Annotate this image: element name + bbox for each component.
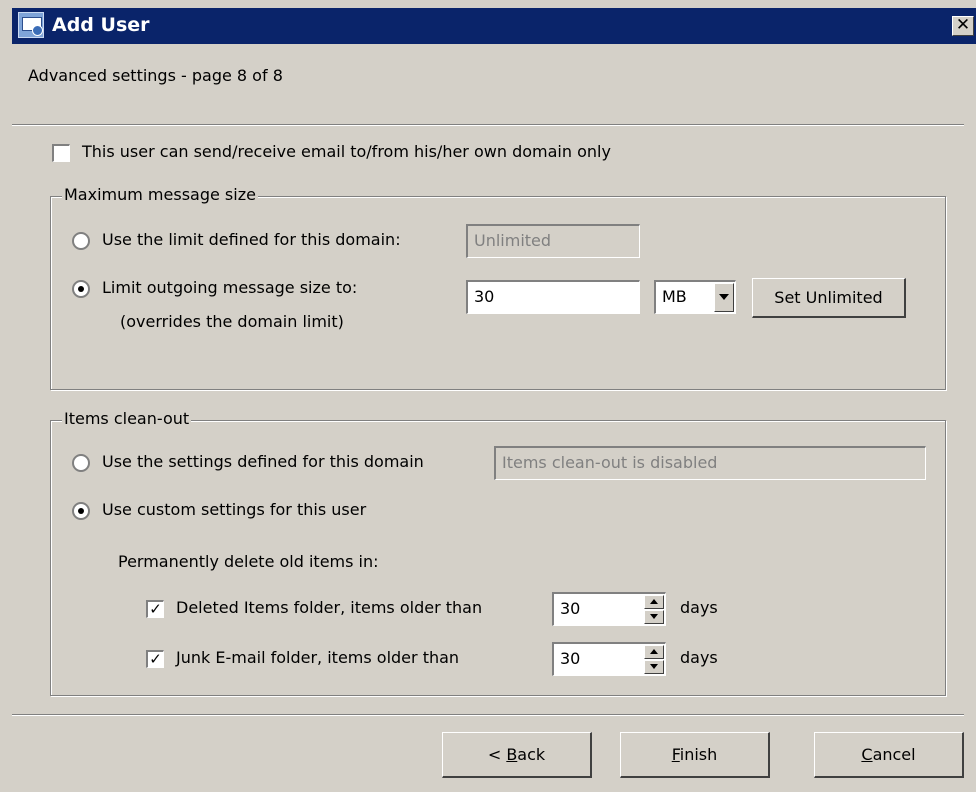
- decrement-arrow-icon[interactable]: [644, 610, 664, 624]
- spin-buttons[interactable]: [644, 595, 664, 624]
- use-domain-settings-label: Use the settings defined for this domain: [102, 452, 424, 471]
- size-unit-select[interactable]: MB: [654, 280, 736, 314]
- user-settings-icon: [18, 12, 44, 38]
- back-button-prefix: <: [487, 745, 507, 764]
- cancel-button-rest: ancel: [872, 745, 916, 764]
- set-unlimited-button[interactable]: Set Unlimited: [752, 278, 906, 318]
- cancel-button-mnemonic: C: [861, 745, 873, 764]
- wizard-header: Advanced settings - page 8 of 8: [12, 44, 976, 120]
- domain-limit-field: Unlimited: [466, 224, 640, 258]
- footer-divider: [12, 714, 964, 716]
- junk-email-checkbox[interactable]: ✓: [146, 650, 164, 668]
- deleted-items-days-value: 30: [560, 599, 581, 618]
- own-domain-only-label: This user can send/receive email to/from…: [82, 142, 611, 161]
- radio-selected-dot: [78, 286, 84, 292]
- use-domain-limit-radio[interactable]: [72, 232, 90, 250]
- use-domain-settings-radio[interactable]: [72, 454, 90, 472]
- junk-email-days-stepper[interactable]: 30: [552, 642, 666, 676]
- increment-arrow-icon[interactable]: [644, 595, 664, 609]
- finish-button-rest: inish: [679, 745, 718, 764]
- back-button-mnemonic: B: [506, 745, 518, 764]
- junk-email-days-value: 30: [560, 649, 581, 668]
- header-divider: [12, 124, 964, 126]
- increment-arrow-icon[interactable]: [644, 645, 664, 659]
- window-title: Add User: [52, 14, 150, 36]
- limit-outgoing-radio[interactable]: [72, 280, 90, 298]
- deleted-items-unit: days: [680, 598, 718, 617]
- limit-outgoing-label: Limit outgoing message size to:: [102, 278, 358, 297]
- own-domain-only-checkbox[interactable]: [52, 144, 70, 162]
- use-custom-settings-label: Use custom settings for this user: [102, 500, 367, 519]
- deleted-items-label: Deleted Items folder, items older than: [176, 598, 483, 617]
- radio-selected-dot: [78, 508, 84, 514]
- domain-cleanout-field: Items clean-out is disabled: [494, 446, 926, 480]
- junk-email-unit: days: [680, 648, 718, 667]
- decrement-arrow-icon[interactable]: [644, 660, 664, 674]
- junk-email-label: Junk E-mail folder, items older than: [176, 648, 460, 667]
- finish-button-mnemonic: F: [671, 745, 680, 764]
- limit-outgoing-note: (overrides the domain limit): [120, 312, 344, 331]
- deleted-items-days-stepper[interactable]: 30: [552, 592, 666, 626]
- title-bar: Add User ✕: [12, 8, 976, 44]
- back-button[interactable]: < Back: [442, 732, 592, 778]
- max-message-size-legend: Maximum message size: [62, 185, 258, 204]
- page-subtitle: Advanced settings - page 8 of 8: [28, 66, 283, 85]
- finish-button[interactable]: Finish: [620, 732, 770, 778]
- spin-buttons[interactable]: [644, 645, 664, 674]
- deleted-items-checkbox[interactable]: ✓: [146, 600, 164, 618]
- items-cleanout-legend: Items clean-out: [62, 409, 192, 428]
- chevron-down-icon[interactable]: [714, 283, 734, 312]
- back-button-rest: ack: [517, 745, 546, 764]
- use-domain-limit-label: Use the limit defined for this domain:: [102, 230, 401, 249]
- use-custom-settings-radio[interactable]: [72, 502, 90, 520]
- close-button[interactable]: ✕: [952, 16, 974, 36]
- size-unit-value: MB: [662, 287, 687, 306]
- cancel-button[interactable]: Cancel: [814, 732, 964, 778]
- permanently-delete-label: Permanently delete old items in:: [118, 552, 379, 571]
- message-size-input[interactable]: 30: [466, 280, 640, 314]
